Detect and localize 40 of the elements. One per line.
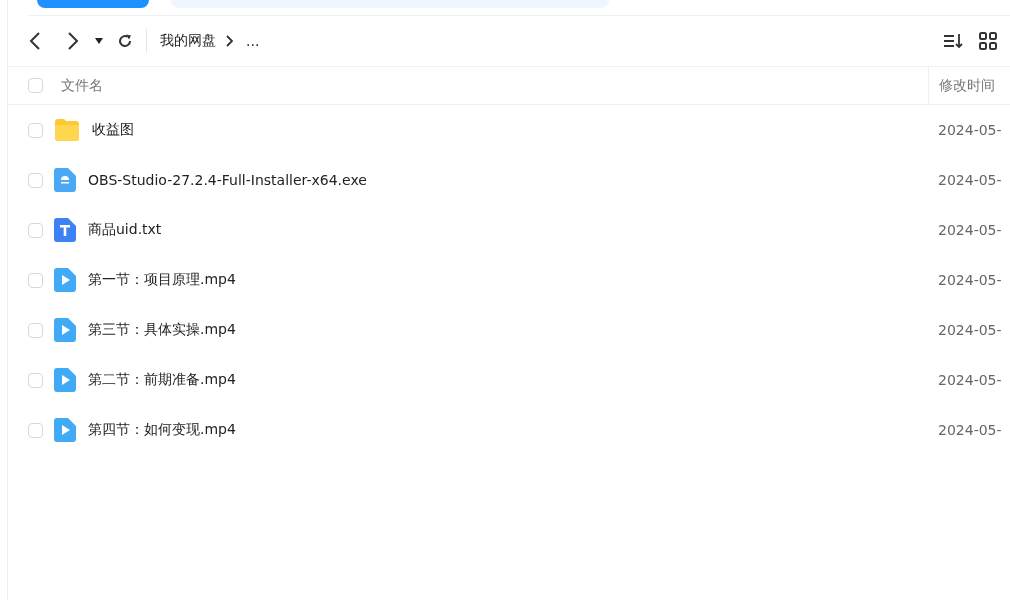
modified-date: 2024-05- (938, 422, 1002, 438)
modified-date: 2024-05- (938, 172, 1002, 188)
modified-date: 2024-05- (938, 122, 1002, 138)
sort-icon[interactable] (943, 33, 963, 49)
video-file-icon (54, 418, 76, 442)
breadcrumb-link[interactable]: ... (246, 33, 260, 49)
text-file-icon (54, 218, 76, 242)
column-header[interactable]: 文件名 (61, 76, 103, 95)
file-name[interactable]: 第三节：具体实操.mp4 (88, 321, 236, 339)
modified-date: 2024-05- (938, 272, 1002, 288)
row-checkbox[interactable] (28, 422, 43, 438)
video-file-icon (54, 368, 76, 392)
file-name[interactable]: 商品uid.txt (88, 221, 162, 239)
column-header[interactable]: 修改时间 (939, 76, 995, 95)
folder-icon (54, 118, 80, 142)
grid-view-icon[interactable] (979, 32, 997, 50)
modified-date: 2024-05- (938, 322, 1002, 338)
file-name[interactable]: 第二节：前期准备.mp4 (88, 371, 236, 389)
row-checkbox[interactable] (28, 172, 43, 188)
row-checkbox[interactable] (28, 372, 43, 388)
row-checkbox[interactable] (28, 322, 43, 338)
row-checkbox[interactable] (28, 222, 43, 238)
breadcrumb-link[interactable]: 我的网盘 (160, 32, 216, 50)
back-icon[interactable] (27, 31, 43, 51)
row-checkbox[interactable] (28, 122, 43, 138)
installer-file-icon (54, 168, 76, 192)
video-file-icon (54, 268, 76, 292)
modified-date: 2024-05- (938, 372, 1002, 388)
file-name[interactable]: 第一节：项目原理.mp4 (88, 271, 236, 289)
select-all-checkbox[interactable] (28, 78, 43, 93)
row-checkbox[interactable] (28, 272, 43, 288)
file-name[interactable]: OBS-Studio-27.2.4-Full-Installer-x64.exe (88, 172, 367, 188)
file-name[interactable]: 第四节：如何变现.mp4 (88, 421, 236, 439)
video-file-icon (54, 318, 76, 342)
file-name[interactable]: 收益图 (92, 121, 134, 139)
chevron-icon (226, 35, 234, 47)
caret-icon[interactable] (95, 38, 103, 44)
modified-date: 2024-05- (938, 222, 1002, 238)
forward-icon[interactable] (65, 31, 81, 51)
refresh-icon[interactable] (117, 33, 133, 49)
